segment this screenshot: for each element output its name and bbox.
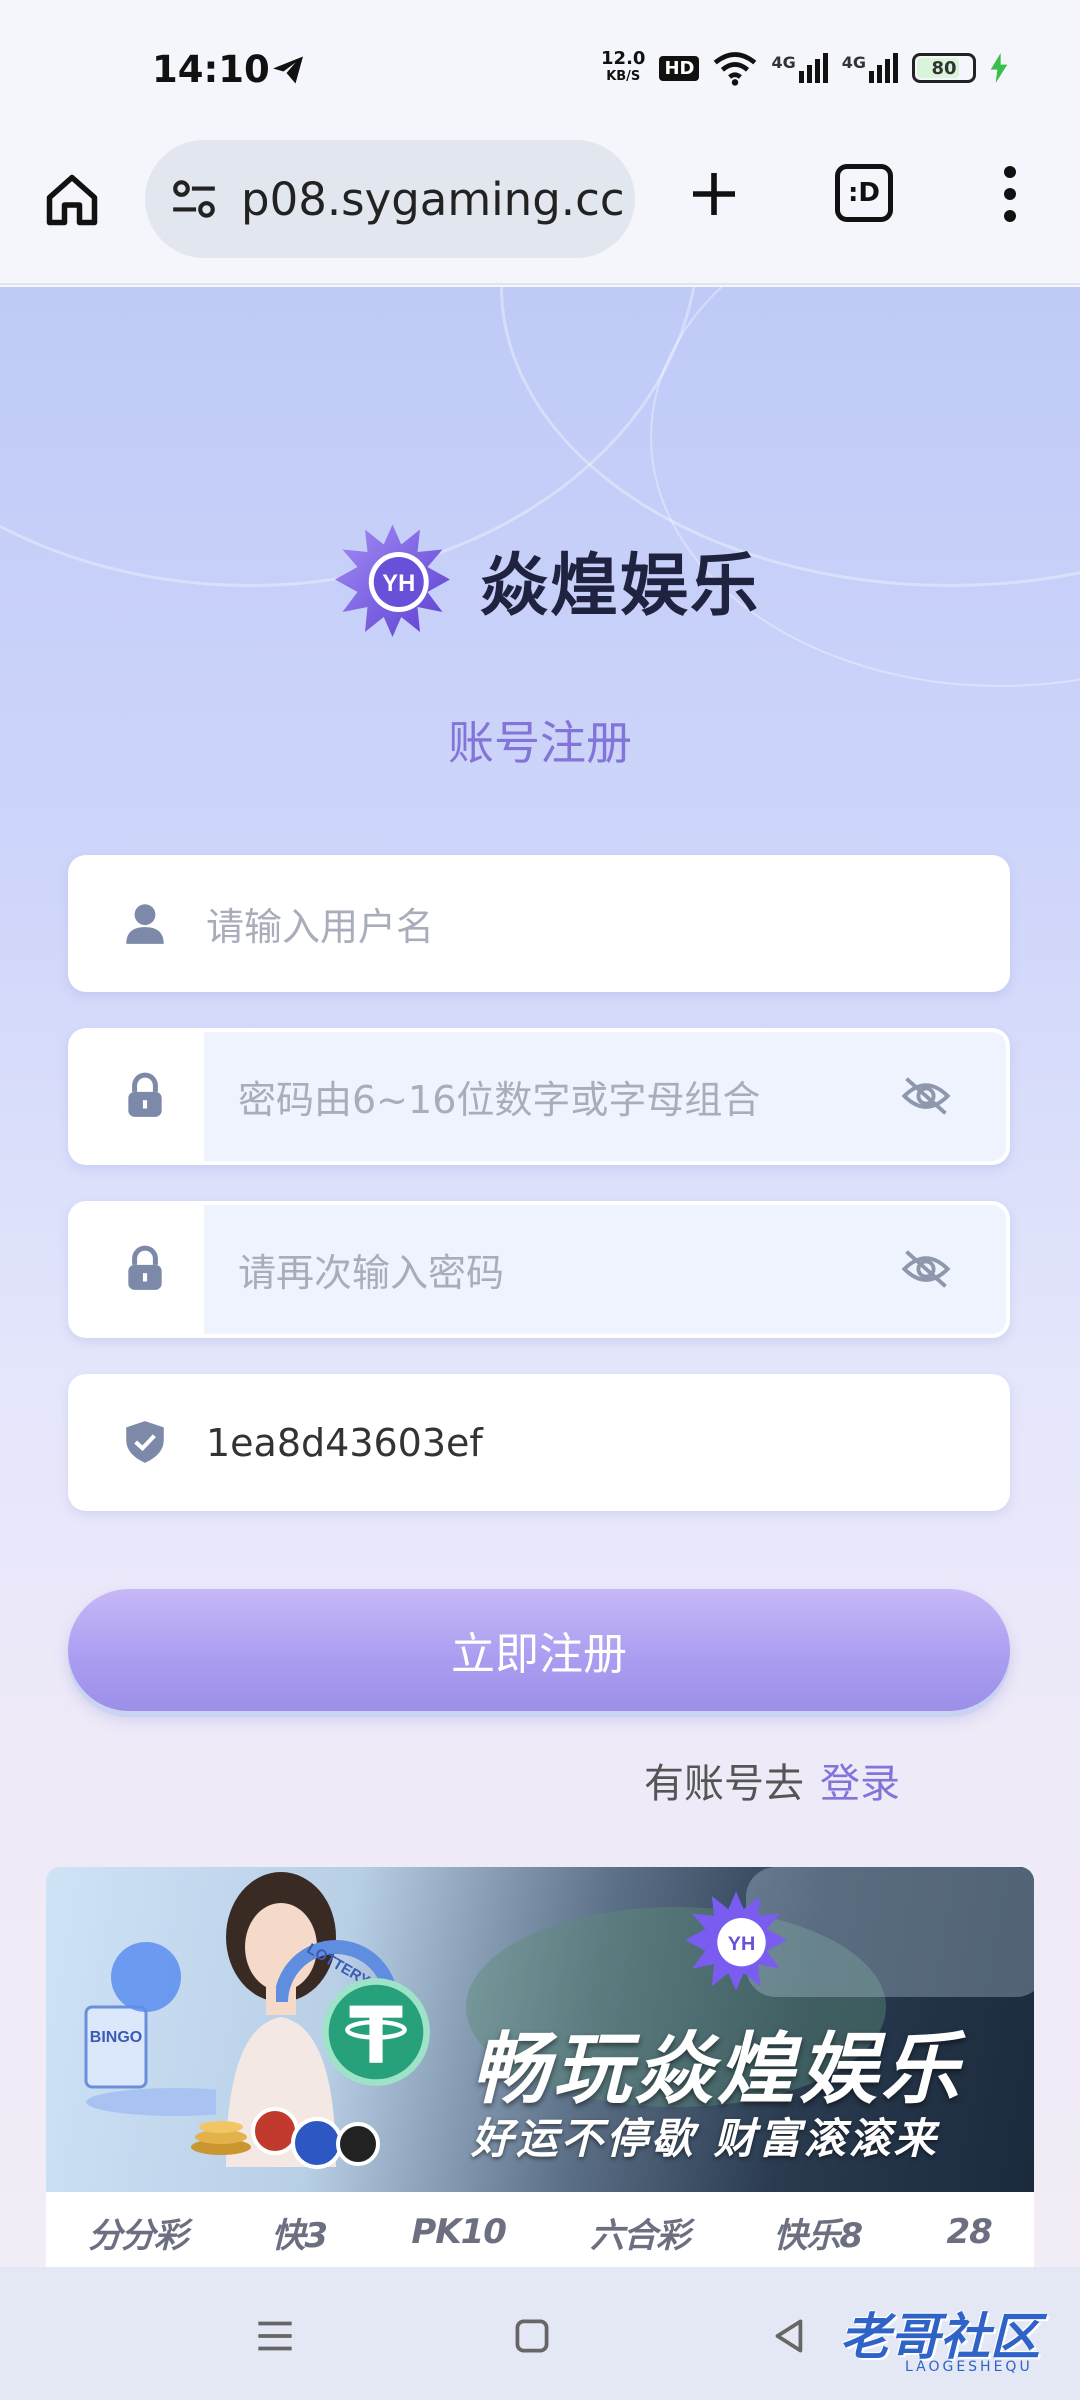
svg-text:YH: YH [382, 570, 415, 597]
game-logo-item[interactable]: PK10 [411, 2212, 507, 2252]
status-bar: 14:10 12.0 KB/S HD 4G 4G 80 [0, 0, 1080, 140]
network-speed: 12.0 KB/S [601, 48, 646, 85]
address-bar[interactable]: p08.sygaming.cc [145, 140, 635, 258]
home-button[interactable] [40, 168, 104, 232]
browser-toolbar: p08.sygaming.cc :D [0, 140, 1080, 285]
login-link[interactable]: 登录 [820, 1761, 900, 1807]
banner-logo-icon: YH [685, 1891, 787, 1991]
login-prompt: 有账号去 登录 [644, 1751, 900, 1809]
username-input[interactable]: 请输入用户名 [206, 855, 434, 992]
tether-coin-icon [322, 1978, 430, 2086]
plus-icon [693, 173, 735, 215]
menu-icon[interactable] [250, 2311, 300, 2361]
system-navigation-bar: 老哥社区 LAOGESHEQU [0, 2267, 1080, 2400]
svg-text:BINGO: BINGO [90, 2029, 142, 2046]
cellular-signal-icon: 4G [771, 53, 828, 83]
invite-code-field[interactable]: 1ea8d43603ef [68, 1374, 1010, 1511]
game-categories: 分分彩 快3 PK10 六合彩 快乐8 28 [46, 2192, 1034, 2267]
site-settings-icon[interactable] [169, 174, 219, 224]
svg-text:YH: YH [728, 1933, 756, 1955]
dot-icon [1004, 188, 1016, 200]
brand-sun-icon: YH [335, 524, 450, 637]
tab-switcher-button[interactable]: :D [835, 164, 893, 222]
home-icon [46, 174, 98, 226]
game-logo-item[interactable]: 快乐8 [774, 2208, 864, 2257]
wifi-icon [714, 52, 757, 86]
brand-name: 焱煌娱乐 [480, 547, 761, 626]
new-tab-button[interactable] [680, 160, 748, 228]
dot-icon [1004, 166, 1016, 178]
invite-code-input[interactable]: 1ea8d43603ef [206, 1374, 483, 1511]
lock-icon [128, 1072, 162, 1117]
lottery-machine-icon: BINGO [84, 1942, 216, 2116]
dot-icon [1004, 210, 1016, 222]
back-icon[interactable] [765, 2311, 815, 2361]
login-prompt-text: 有账号去 [644, 1761, 804, 1807]
lottery-ball-icon [336, 2122, 380, 2166]
hd-badge: HD [659, 55, 700, 81]
cellular-signal-2-icon: 4G [842, 53, 898, 83]
eye-off-icon[interactable] [900, 1247, 952, 1291]
home-square-icon[interactable] [507, 2311, 557, 2361]
watermark-subtext: LAOGESHEQU [905, 2359, 1033, 2375]
confirm-password-input[interactable]: 请再次输入密码 [204, 1205, 1006, 1334]
telegram-send-icon [273, 56, 303, 84]
form-title: 账号注册 [448, 716, 632, 770]
game-logo-item[interactable]: 28 [946, 2212, 992, 2252]
password-field[interactable]: 密码由6~16位数字或字母组合 [68, 1028, 1010, 1165]
brand-logo: YH 焱煌娱乐 [330, 517, 760, 642]
banner-title: 畅玩焱煌娱乐 [471, 2025, 964, 2115]
game-logo-item[interactable]: 分分彩 [88, 2208, 188, 2257]
registration-page: YH 焱煌娱乐 账号注册 请输入用户名 密码由6~16位数字或字母组合 请再次输… [0, 287, 1080, 2267]
password-input[interactable]: 密码由6~16位数字或字母组合 [204, 1032, 1006, 1161]
game-logo-item[interactable]: 六合彩 [590, 2208, 690, 2257]
lock-icon [128, 1245, 162, 1290]
banner-subtitle: 好运不停歇 财富滚滚来 [471, 2114, 939, 2163]
game-logo-item[interactable]: 快3 [271, 2208, 328, 2257]
username-field[interactable]: 请输入用户名 [68, 855, 1010, 992]
more-menu-button[interactable] [985, 160, 1035, 228]
battery-icon: 80 [912, 53, 976, 83]
user-icon [126, 904, 164, 944]
gold-coins-icon [191, 2121, 251, 2155]
charging-icon [990, 53, 1008, 83]
promo-banner[interactable]: BINGO LOTTERY YH 畅玩焱煌娱乐 好运不停歇 财富滚滚来 [46, 1867, 1034, 2192]
status-indicators: 12.0 KB/S HD 4G 4G 80 [601, 46, 1008, 90]
shield-check-icon [126, 1421, 164, 1463]
url-text[interactable]: p08.sygaming.cc [241, 173, 625, 226]
confirm-password-field[interactable]: 请再次输入密码 [68, 1201, 1010, 1338]
status-time: 14:10 [152, 48, 270, 91]
eye-off-icon[interactable] [900, 1074, 952, 1118]
register-button[interactable]: 立即注册 [68, 1589, 1010, 1711]
